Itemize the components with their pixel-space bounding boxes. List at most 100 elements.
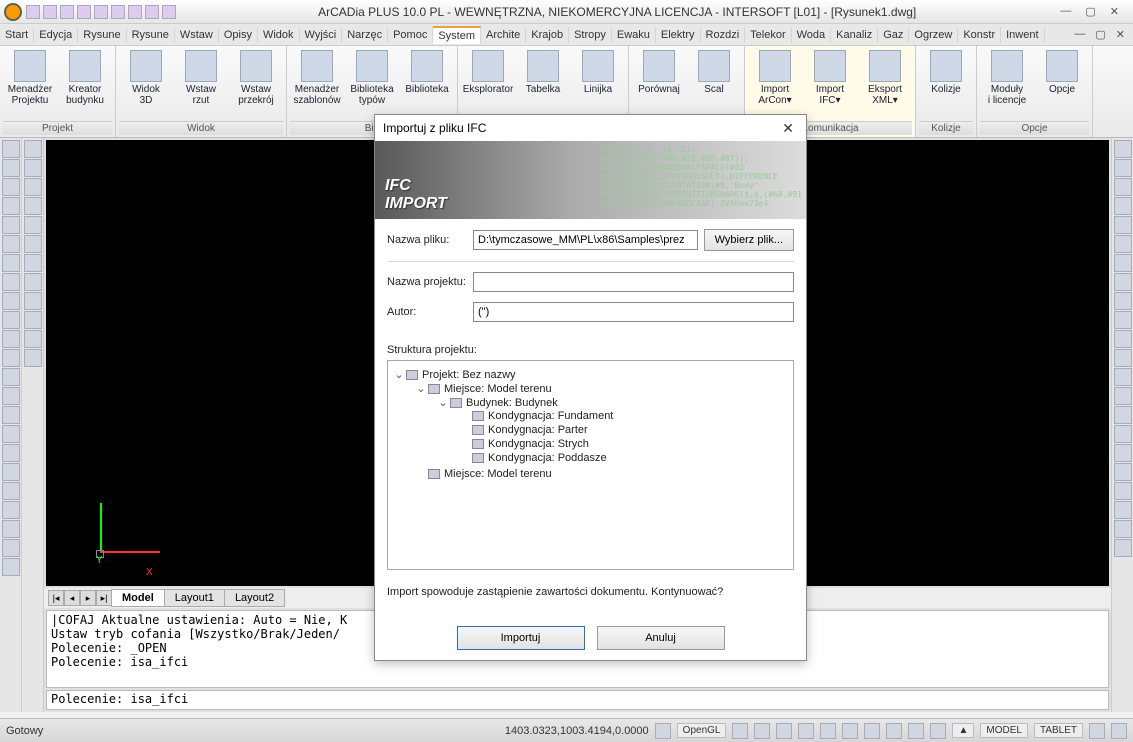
menu-item[interactable]: Ogrzew: [909, 27, 958, 43]
tool-btn[interactable]: [1114, 463, 1132, 481]
tool-btn[interactable]: [2, 425, 20, 443]
tool-btn[interactable]: [2, 140, 20, 158]
tool-btn[interactable]: [24, 159, 42, 177]
menu-item[interactable]: Wyjści: [300, 27, 343, 43]
qat-btn[interactable]: [94, 5, 108, 19]
menu-item[interactable]: Edycja: [34, 27, 78, 43]
tool-btn[interactable]: [24, 254, 42, 272]
mdi-close[interactable]: ✕: [1116, 28, 1125, 41]
menu-item[interactable]: Stropy: [569, 27, 612, 43]
mdi-restore[interactable]: ▢: [1095, 28, 1105, 41]
ribbon-button[interactable]: Eksplorator: [461, 48, 515, 95]
menu-item[interactable]: Rozdzi: [701, 27, 746, 43]
tool-btn[interactable]: [1114, 197, 1132, 215]
menu-item[interactable]: Widok: [258, 27, 300, 43]
qat-btn[interactable]: [60, 5, 74, 19]
tool-btn[interactable]: [1114, 387, 1132, 405]
menu-item[interactable]: Wstaw: [175, 27, 219, 43]
tree-storey[interactable]: Kondygnacja: Fundament: [488, 410, 613, 422]
status-icon[interactable]: [886, 723, 902, 739]
tool-btn[interactable]: [24, 273, 42, 291]
qat-btn[interactable]: [145, 5, 159, 19]
tree-storey[interactable]: Kondygnacja: Poddasze: [488, 452, 607, 464]
status-icon[interactable]: [864, 723, 880, 739]
qat-btn[interactable]: [162, 5, 176, 19]
tool-btn[interactable]: [1114, 406, 1132, 424]
menu-item[interactable]: Konstr: [958, 27, 1001, 43]
tool-btn[interactable]: [2, 444, 20, 462]
menu-item[interactable]: Start: [0, 27, 34, 43]
ribbon-button[interactable]: Modułyi licencje: [980, 48, 1034, 106]
status-icon[interactable]: [1089, 723, 1105, 739]
tree-site[interactable]: Miejsce: Model terenu: [444, 468, 552, 480]
status-icon[interactable]: [930, 723, 946, 739]
tree-building[interactable]: Budynek: Budynek: [466, 397, 558, 409]
status-icon[interactable]: [908, 723, 924, 739]
ribbon-button[interactable]: ImportArCon▾: [748, 48, 802, 106]
tool-btn[interactable]: [1114, 273, 1132, 291]
tool-btn[interactable]: [2, 254, 20, 272]
qat-btn[interactable]: [43, 5, 57, 19]
ribbon-button[interactable]: Menadżerszablonów: [290, 48, 344, 106]
tree-site[interactable]: Miejsce: Model terenu: [444, 383, 552, 395]
tool-btn[interactable]: [1114, 425, 1132, 443]
tool-btn[interactable]: [24, 216, 42, 234]
tool-btn[interactable]: [1114, 368, 1132, 386]
menu-item[interactable]: Krajob: [526, 27, 569, 43]
tool-btn[interactable]: [2, 159, 20, 177]
tool-btn[interactable]: [24, 178, 42, 196]
tab-nav-last[interactable]: ▸|: [96, 590, 112, 606]
menu-item[interactable]: Pomoc: [388, 27, 433, 43]
menu-item[interactable]: Archite: [481, 27, 526, 43]
command-line[interactable]: Polecenie: isa_ifci: [46, 690, 1109, 710]
tree-storey[interactable]: Kondygnacja: Parter: [488, 424, 588, 436]
tool-btn[interactable]: [1114, 520, 1132, 538]
ribbon-button[interactable]: Biblioteka: [400, 48, 454, 95]
status-toggle[interactable]: OpenGL: [677, 723, 727, 738]
tree-storey[interactable]: Kondygnacja: Strych: [488, 438, 589, 450]
author-input[interactable]: [473, 302, 794, 322]
cancel-button[interactable]: Anuluj: [597, 626, 725, 650]
ribbon-button[interactable]: Opcje: [1035, 48, 1089, 95]
ribbon-button[interactable]: Linijka: [571, 48, 625, 95]
tool-btn[interactable]: [2, 501, 20, 519]
tool-btn[interactable]: [1114, 501, 1132, 519]
menu-item[interactable]: Narzęc: [342, 27, 388, 43]
ribbon-button[interactable]: EksportXML▾: [858, 48, 912, 106]
tool-btn[interactable]: [1114, 216, 1132, 234]
tool-btn[interactable]: [2, 539, 20, 557]
ribbon-button[interactable]: Wstawprzekrój: [229, 48, 283, 106]
tool-btn[interactable]: [1114, 159, 1132, 177]
qat-btn[interactable]: [128, 5, 142, 19]
tab-nav-next[interactable]: ▸: [80, 590, 96, 606]
status-icon[interactable]: [820, 723, 836, 739]
tool-btn[interactable]: [1114, 349, 1132, 367]
tool-btn[interactable]: [24, 311, 42, 329]
status-icon[interactable]: [842, 723, 858, 739]
qat-btn[interactable]: [26, 5, 40, 19]
tool-btn[interactable]: [2, 520, 20, 538]
ribbon-button[interactable]: Bibliotekatypów: [345, 48, 399, 106]
menu-item[interactable]: System: [433, 26, 481, 44]
ribbon-button[interactable]: MenadżerProjektu: [3, 48, 57, 106]
menu-item[interactable]: Inwent: [1001, 27, 1044, 43]
menu-item[interactable]: Opisy: [219, 27, 258, 43]
tool-btn[interactable]: [1114, 254, 1132, 272]
status-icon[interactable]: [1111, 723, 1127, 739]
tool-btn[interactable]: [1114, 292, 1132, 310]
tool-btn[interactable]: [2, 292, 20, 310]
tool-btn[interactable]: [2, 463, 20, 481]
tool-btn[interactable]: [2, 387, 20, 405]
tab-nav-prev[interactable]: ◂: [64, 590, 80, 606]
status-icon[interactable]: [732, 723, 748, 739]
tool-btn[interactable]: [1114, 482, 1132, 500]
tool-btn[interactable]: [24, 292, 42, 310]
tool-btn[interactable]: [1114, 140, 1132, 158]
menu-item[interactable]: Gaz: [878, 27, 909, 43]
tool-btn[interactable]: [2, 330, 20, 348]
ribbon-button[interactable]: Widok3D: [119, 48, 173, 106]
file-input[interactable]: [473, 230, 698, 250]
tool-btn[interactable]: [2, 311, 20, 329]
status-toggle[interactable]: TABLET: [1034, 723, 1083, 738]
tool-btn[interactable]: [1114, 444, 1132, 462]
